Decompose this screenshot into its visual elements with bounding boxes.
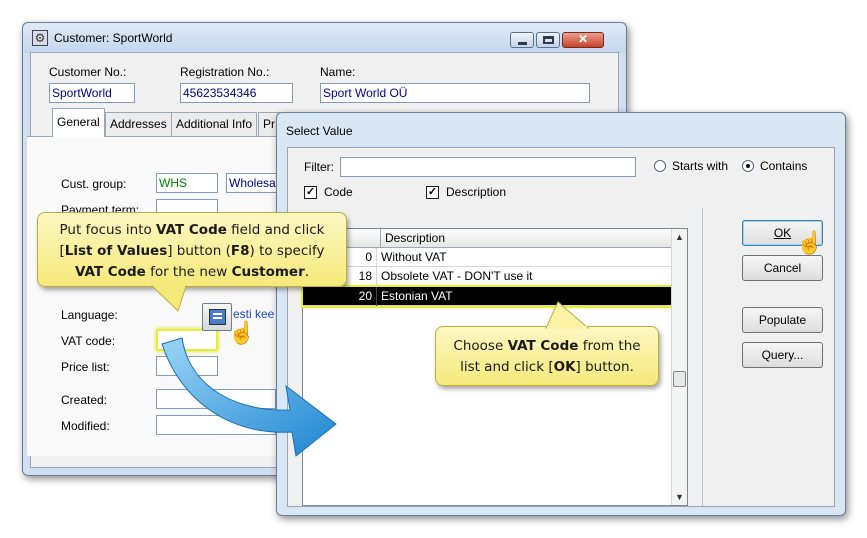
curved-arrow-icon xyxy=(161,337,337,457)
scroll-down-icon[interactable]: ▼ xyxy=(675,492,684,502)
row-description: Without VAT xyxy=(381,250,447,264)
callout1-text: for the new xyxy=(145,264,232,280)
select-value-title: Select Value xyxy=(286,124,353,138)
created-label: Created: xyxy=(61,393,108,407)
callout2-pointer xyxy=(545,301,590,329)
customer-window-title: Customer: SportWorld xyxy=(54,31,173,45)
name-label: Name: xyxy=(320,65,356,79)
filter-label: Filter: xyxy=(304,160,334,174)
customer-no-label: Customer No.: xyxy=(49,65,127,79)
starts-with-label: Starts with xyxy=(672,159,729,173)
callout1-bold: Customer xyxy=(231,264,305,280)
callout1-text: ) to specify xyxy=(249,243,325,259)
callout2-bold: VAT Code xyxy=(507,338,579,354)
cust-group-label: Cust. group: xyxy=(61,177,127,191)
callout2-text: from the xyxy=(578,338,641,354)
close-button[interactable]: ✕ xyxy=(562,32,604,48)
maximize-icon xyxy=(543,36,554,44)
callout1-text: . xyxy=(304,264,310,280)
table-row-selected[interactable]: 20 Estonian VAT xyxy=(301,285,683,308)
column-header-description[interactable]: Description xyxy=(381,229,681,248)
callout2-text: ] button. xyxy=(575,359,634,375)
contains-radio[interactable] xyxy=(742,160,754,172)
filter-input[interactable] xyxy=(340,157,636,177)
instruction-callout-2: Choose VAT Code from the list and click … xyxy=(435,326,659,386)
language-label: Language: xyxy=(61,308,118,322)
button-divider xyxy=(702,208,703,506)
callout1-bold: List of Values xyxy=(64,243,168,259)
modified-label: Modified: xyxy=(61,419,110,433)
registration-no-label: Registration No.: xyxy=(180,65,270,79)
description-checkbox[interactable]: ✓ xyxy=(426,186,439,199)
callout1-bold: VAT Code xyxy=(156,222,227,238)
table-row[interactable]: 18 Obsolete VAT - DON'T use it xyxy=(303,267,681,286)
scroll-up-icon[interactable]: ▲ xyxy=(675,232,684,242)
table-row[interactable]: 0 Without VAT xyxy=(303,248,681,267)
registration-no-field[interactable]: 45623534346 xyxy=(180,83,293,103)
starts-with-radio[interactable] xyxy=(654,160,666,172)
callout1-bold: F8 xyxy=(230,243,250,259)
callout1-pointer xyxy=(150,285,187,312)
vat-code-label: VAT code: xyxy=(61,334,116,348)
app-icon: ⚙ xyxy=(32,30,48,46)
customer-window-titlebar[interactable]: ⚙ Customer: SportWorld ✕ xyxy=(23,23,626,53)
callout2-text: Choose xyxy=(453,338,508,354)
callout1-bold: VAT Code xyxy=(74,264,146,280)
cancel-button-label: Cancel xyxy=(763,261,802,275)
row-description: Estonian VAT xyxy=(381,289,453,303)
grid-scrollbar[interactable]: ▲ ▼ xyxy=(671,229,687,505)
instruction-callout-1: Put focus into VAT Code field and click … xyxy=(37,212,347,287)
callout2-text: list and click [ xyxy=(460,359,554,375)
tab-additional-info[interactable]: Additional Info xyxy=(171,112,258,136)
minimize-icon xyxy=(518,42,527,45)
code-checkbox-label: Code xyxy=(324,185,353,199)
callout2-bold: OK xyxy=(553,359,576,375)
minimize-button[interactable] xyxy=(510,32,534,48)
cust-group-code-field[interactable]: WHS xyxy=(156,173,218,193)
populate-button[interactable]: Populate xyxy=(742,307,823,333)
populate-button-label: Populate xyxy=(758,313,807,327)
description-checkbox-label: Description xyxy=(446,185,507,199)
row-code: 20 xyxy=(303,287,377,306)
code-checkbox[interactable]: ✓ xyxy=(304,186,317,199)
callout1-text: field and click xyxy=(226,222,325,238)
customer-no-field[interactable]: SportWorld xyxy=(49,83,135,103)
scroll-thumb[interactable] xyxy=(673,371,686,387)
tab-general[interactable]: General xyxy=(52,108,105,137)
price-list-label: Price list: xyxy=(61,360,110,374)
contains-label: Contains xyxy=(760,159,808,173)
tab-addresses[interactable]: Addresses xyxy=(105,112,172,136)
query-button[interactable]: Query... xyxy=(742,342,823,368)
cancel-button[interactable]: Cancel xyxy=(742,255,823,281)
callout1-text: Put focus into xyxy=(59,222,157,238)
maximize-button[interactable] xyxy=(536,32,560,48)
name-field[interactable]: Sport World OÜ xyxy=(320,83,590,103)
callout1-text: ] button ( xyxy=(167,243,231,259)
hand-pointer-icon: ☝ xyxy=(796,230,824,255)
row-description: Obsolete VAT - DON'T use it xyxy=(381,269,533,283)
query-button-label: Query... xyxy=(761,348,804,362)
ok-button-label: OK xyxy=(773,226,792,240)
close-icon: ✕ xyxy=(577,32,589,46)
